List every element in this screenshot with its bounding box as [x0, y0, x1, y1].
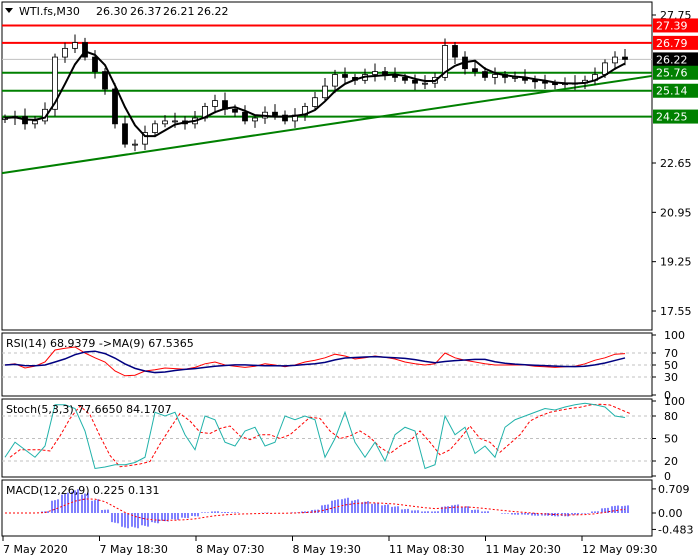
- high-value: 26.37: [130, 5, 162, 18]
- bear-candle: [532, 79, 538, 83]
- chart-header: WTI.fs,M30 26.30 26.37 26.21 26.22: [5, 5, 229, 18]
- bull-candle: [332, 74, 338, 87]
- bear-candle: [122, 123, 128, 145]
- bull-candle: [212, 100, 218, 107]
- bear-candle: [452, 45, 458, 58]
- bull-candle: [172, 120, 178, 123]
- bull-candle: [62, 47, 68, 58]
- stoch-tick-label: 80: [664, 410, 678, 423]
- macd-tick-label: -0.483: [658, 523, 693, 536]
- rsi-tick-label: 100: [664, 329, 685, 342]
- bull-candle: [252, 117, 258, 122]
- symbol-label: WTI.fs,M30: [19, 5, 80, 18]
- support-level-label: 25.76: [656, 67, 688, 80]
- bull-candle: [152, 123, 158, 133]
- time-tick-label: 8 May 07:30: [196, 543, 264, 556]
- rsi-ma-line: [4, 350, 626, 374]
- macd-tick-label: 0.00: [658, 507, 683, 520]
- bull-candle: [372, 71, 378, 75]
- stoch-tick-label: 50: [664, 433, 678, 446]
- bear-candle: [622, 56, 628, 60]
- bear-candle: [102, 71, 108, 90]
- time-tick-label: 8 May 19:30: [293, 543, 361, 556]
- support-level-label: 25.14: [656, 85, 688, 98]
- bull-candle: [32, 120, 38, 125]
- stoch-tick-label: 0: [664, 470, 671, 483]
- bull-candle: [72, 42, 78, 49]
- time-tick-label: 12 May 09:30: [582, 543, 657, 556]
- bear-candle: [402, 76, 408, 81]
- bear-candle: [92, 56, 98, 72]
- stoch-tick-label: 20: [664, 455, 678, 468]
- bear-candle: [232, 108, 238, 113]
- bull-candle: [612, 56, 618, 64]
- bull-candle: [322, 85, 328, 99]
- macd-tick-label: 0.709: [658, 483, 690, 496]
- price-tick-label: 17.55: [660, 305, 692, 318]
- stoch-title: Stoch(5,3,3) 77.6650 84.1707: [6, 403, 172, 416]
- time-tick-label: 7 May 18:30: [100, 543, 168, 556]
- stoch-tick-label: 100: [664, 395, 685, 408]
- bear-candle: [112, 88, 118, 125]
- bull-candle: [492, 74, 498, 78]
- chart-canvas[interactable]: 27.7522.6520.9519.2517.5527.3926.7926.22…: [0, 0, 700, 560]
- bear-candle: [242, 111, 248, 122]
- trading-chart-window: 27.75 22.65 20.95 19.25 17.55 27.39 26.79 26.22…: [0, 0, 700, 560]
- bear-candle: [472, 68, 478, 72]
- bear-candle: [412, 79, 418, 84]
- macd-title: MACD(12,26,9) 0.225 0.131: [6, 484, 160, 497]
- rsi-title: RSI(14) 68.9379 ->MA(9) 67.5365: [6, 337, 194, 350]
- price-tick-label: 22.65: [660, 157, 692, 170]
- support-level-label: 24.25: [656, 111, 688, 124]
- bear-candle: [382, 71, 388, 75]
- bear-candle: [342, 74, 348, 78]
- bear-candle: [272, 111, 278, 116]
- price-tick-label: 20.95: [660, 206, 692, 219]
- price-tick-label: 19.25: [660, 256, 692, 269]
- collapse-triangle-icon[interactable]: [5, 8, 13, 13]
- bull-candle: [312, 97, 318, 107]
- time-tick-label: 7 May 2020: [3, 543, 68, 556]
- resistance-level-label: 27.39: [656, 19, 688, 32]
- close-value: 26.22: [197, 5, 229, 18]
- resistance-level-label: 26.79: [656, 37, 688, 50]
- bull-candle: [162, 120, 168, 125]
- rsi-tick-label: 30: [664, 371, 678, 384]
- time-tick-label: 11 May 08:30: [389, 543, 464, 556]
- open-value: 26.30: [96, 5, 128, 18]
- time-tick-label: 11 May 20:30: [486, 543, 561, 556]
- low-value: 26.21: [163, 5, 195, 18]
- current-level-label: 26.22: [656, 53, 688, 66]
- bull-candle: [132, 143, 138, 146]
- bear-candle: [482, 71, 488, 78]
- main-panel-frame: [1, 1, 653, 331]
- bull-candle: [422, 82, 428, 85]
- bull-candle: [602, 62, 608, 75]
